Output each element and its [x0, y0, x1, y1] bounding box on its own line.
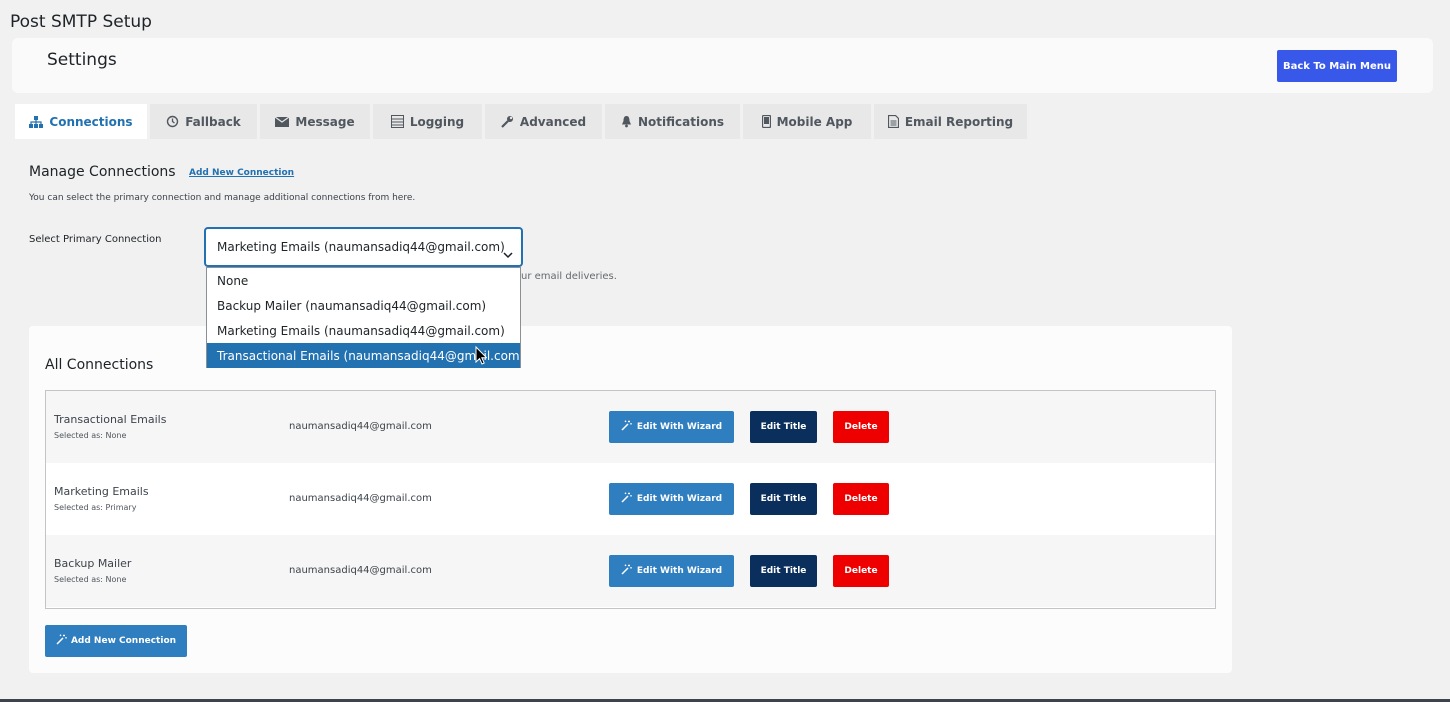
button-label: Edit With Wizard — [636, 494, 723, 504]
tab-notifications[interactable]: Notifications — [605, 104, 740, 139]
list-icon — [390, 115, 404, 128]
connection-email: naumansadiq44@gmail.com — [289, 493, 432, 504]
primary-connection-select[interactable]: Marketing Emails (naumansadiq44@gmail.co… — [205, 228, 522, 266]
edit-with-wizard-button[interactable]: Edit With Wizard — [609, 555, 734, 587]
select-hint-text: ur email deliveries. — [521, 271, 617, 282]
magic-wand-icon — [621, 564, 632, 578]
select-primary-connection-label: Select Primary Connection — [29, 234, 162, 245]
magic-wand-icon — [56, 634, 67, 648]
connection-selected-as: Selected as: None — [54, 431, 127, 440]
delete-button[interactable]: Delete — [833, 411, 889, 443]
tab-email-reporting[interactable]: Email Reporting — [874, 104, 1027, 139]
sitemap-icon — [29, 115, 44, 128]
mobile-icon — [761, 115, 771, 128]
connection-name: Marketing Emails — [54, 485, 149, 498]
delete-button[interactable]: Delete — [833, 483, 889, 515]
table-row: Backup Mailer Selected as: None naumansa… — [46, 535, 1215, 607]
edit-title-button[interactable]: Edit Title — [750, 483, 817, 515]
tab-message[interactable]: Message — [260, 104, 370, 139]
tab-label: Mobile App — [776, 114, 853, 129]
option-transactional-emails[interactable]: Transactional Emails (naumansadiq44@gmai… — [207, 343, 520, 368]
connections-table: Transactional Emails Selected as: None n… — [45, 390, 1216, 609]
primary-connection-options: None Backup Mailer (naumansadiq44@gmail.… — [206, 267, 521, 368]
edit-title-button[interactable]: Edit Title — [750, 411, 817, 443]
bell-icon — [621, 115, 632, 128]
manage-description: You can select the primary connection an… — [29, 193, 416, 203]
tab-advanced[interactable]: Advanced — [485, 104, 602, 139]
tab-label: Advanced — [519, 114, 587, 129]
button-label: Edit With Wizard — [636, 422, 723, 432]
tab-label: Connections — [49, 114, 133, 129]
connection-name: Backup Mailer — [54, 557, 132, 570]
page-title: Post SMTP Setup — [10, 12, 152, 32]
edit-with-wizard-button[interactable]: Edit With Wizard — [609, 411, 734, 443]
delete-button[interactable]: Delete — [833, 555, 889, 587]
manage-connections-title: Manage Connections — [29, 164, 176, 180]
button-label: Edit With Wizard — [636, 566, 723, 576]
back-to-main-menu-button[interactable]: Back To Main Menu — [1277, 50, 1397, 82]
document-icon — [887, 115, 899, 128]
tab-label: Email Reporting — [904, 114, 1014, 129]
tab-connections[interactable]: Connections — [15, 104, 147, 139]
magic-wand-icon — [621, 492, 632, 506]
connection-email: naumansadiq44@gmail.com — [289, 565, 432, 576]
tab-label: Notifications — [637, 114, 725, 129]
envelope-icon — [275, 116, 290, 127]
tab-label: Message — [295, 114, 355, 129]
connection-name: Transactional Emails — [54, 413, 167, 426]
settings-header: Settings Back To Main Menu — [12, 38, 1433, 93]
tab-mobile-app[interactable]: Mobile App — [743, 104, 871, 139]
tab-label: Fallback — [185, 114, 241, 129]
table-row: Marketing Emails Selected as: Primary na… — [46, 463, 1215, 535]
magic-wand-icon — [621, 420, 632, 434]
table-row: Transactional Emails Selected as: None n… — [46, 391, 1215, 463]
add-new-connection-link[interactable]: Add New Connection — [189, 168, 294, 178]
all-connections-card: All Connections Transactional Emails Sel… — [29, 326, 1232, 673]
chevron-down-icon — [503, 244, 513, 263]
tab-label: Logging — [409, 114, 465, 129]
tab-logging[interactable]: Logging — [373, 104, 482, 139]
option-backup-mailer[interactable]: Backup Mailer (naumansadiq44@gmail.com) — [207, 293, 520, 318]
wrench-icon — [501, 115, 514, 128]
history-icon — [166, 115, 179, 128]
option-none[interactable]: None — [207, 268, 520, 293]
connection-email: naumansadiq44@gmail.com — [289, 421, 432, 432]
settings-title: Settings — [47, 50, 117, 70]
connection-selected-as: Selected as: Primary — [54, 503, 137, 512]
all-connections-title: All Connections — [45, 357, 154, 373]
edit-title-button[interactable]: Edit Title — [750, 555, 817, 587]
mouse-cursor-icon — [475, 345, 488, 369]
add-new-connection-button[interactable]: Add New Connection — [45, 625, 187, 657]
connection-selected-as: Selected as: None — [54, 575, 127, 584]
tab-fallback[interactable]: Fallback — [150, 104, 257, 139]
selected-value: Marketing Emails (naumansadiq44@gmail.co… — [217, 240, 505, 254]
option-marketing-emails[interactable]: Marketing Emails (naumansadiq44@gmail.co… — [207, 318, 520, 343]
button-label: Add New Connection — [70, 636, 177, 646]
edit-with-wizard-button[interactable]: Edit With Wizard — [609, 483, 734, 515]
